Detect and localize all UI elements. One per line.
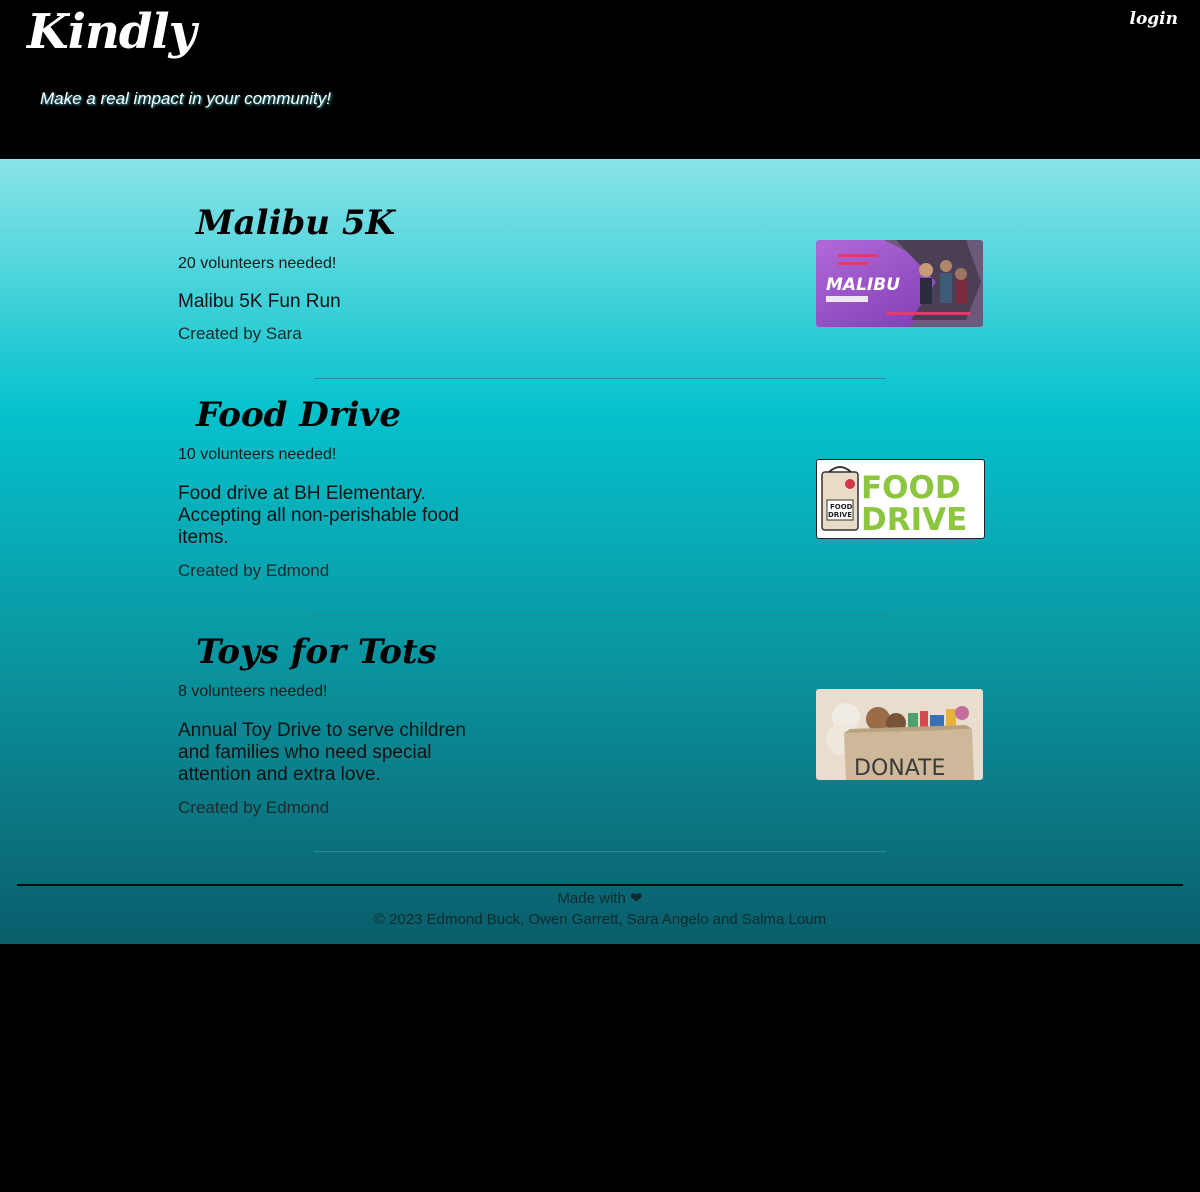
login-link[interactable]: login [1129,9,1178,29]
site-tagline: Make a real impact in your community! [40,89,331,108]
svg-text:DRIVE: DRIVE [861,502,967,536]
event-title[interactable]: Toys for Tots [196,632,437,672]
event-divider [314,615,886,616]
event-description: Malibu 5K Fun Run [178,291,341,312]
event-image-malibu[interactable]: MALIBU [816,240,983,327]
event-list: Malibu 5K 20 volunteers needed! Malibu 5… [0,159,1200,944]
event-divider [314,378,886,379]
event-volunteers: 10 volunteers needed! [178,446,337,463]
event-creator: Created by Sara [178,324,302,343]
donate-image-text: DONATE [854,756,945,780]
event-description: Food drive at BH Elementary. Accepting a… [178,483,459,548]
event-creator: Created by Edmond [178,798,330,817]
site-logo[interactable]: Kindly [27,4,197,60]
event-title[interactable]: Food Drive [196,395,401,435]
event-volunteers: 8 volunteers needed! [178,683,328,700]
event-volunteers: 20 volunteers needed! [178,255,337,272]
site-header: Kindly Make a real impact in your commun… [0,0,1200,159]
malibu-run-image: MALIBU [816,240,983,327]
footer-rule [17,884,1183,886]
malibu-image-text: MALIBU [826,275,900,295]
donate-box-image: DONATE [816,689,983,780]
footer-made-with: Made with ❤ [557,890,643,907]
svg-text:FOOD: FOOD [830,503,853,511]
event-image-food-drive[interactable]: FOOD DRIVE FOOD DRIVE [816,459,985,539]
event-creator: Created by Edmond [178,561,330,580]
event-title[interactable]: Malibu 5K [196,203,395,243]
footer-copyright: © 2023 Edmond Buck, Owen Garrett, Sara A… [373,911,827,928]
event-description: Annual Toy Drive to serve children and f… [178,720,466,785]
food-drive-image: FOOD DRIVE FOOD DRIVE [817,460,982,538]
svg-text:FOOD: FOOD [861,470,961,506]
event-image-toys[interactable]: DONATE [816,689,983,780]
svg-text:DRIVE: DRIVE [828,511,852,519]
event-divider [314,851,886,852]
